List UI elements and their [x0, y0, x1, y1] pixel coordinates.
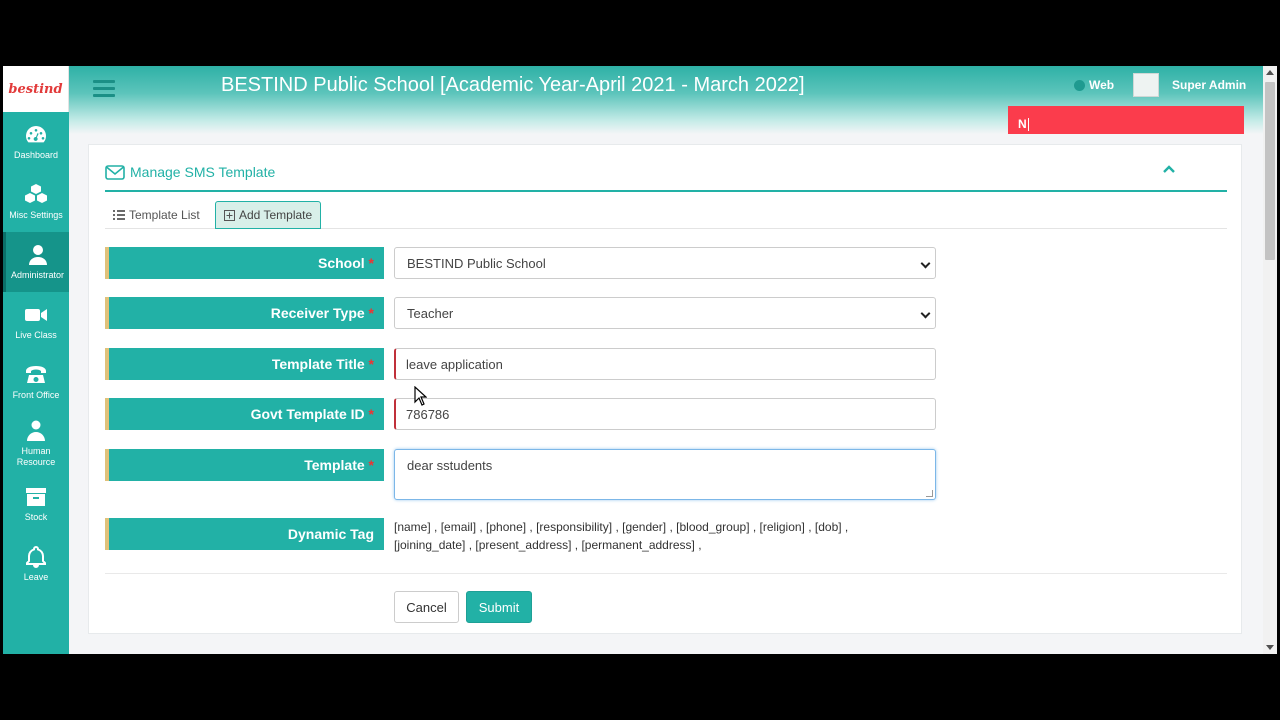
web-link[interactable]: Web — [1074, 78, 1114, 92]
panel-title: Manage SMS Template — [105, 164, 275, 180]
sidebar-item-label: Leave — [23, 572, 49, 582]
receiver-type-select[interactable]: Teacher — [394, 297, 936, 329]
page-title: BESTIND Public School [Academic Year-Apr… — [221, 74, 805, 96]
sidebar: bestind Dashboard Misc Settings Administ… — [3, 66, 69, 654]
govt-template-id-label: Govt Template ID * — [105, 398, 384, 430]
user-md-icon — [27, 420, 45, 441]
user-name[interactable]: Super Admin — [1172, 78, 1246, 92]
avatar[interactable] — [1133, 73, 1159, 97]
app-window: bestind Dashboard Misc Settings Administ… — [3, 66, 1277, 654]
phone-icon — [26, 366, 46, 383]
tab-add-template[interactable]: Add Template — [215, 201, 322, 229]
vertical-scrollbar[interactable] — [1263, 66, 1277, 654]
sidebar-item-misc-settings[interactable]: Misc Settings — [3, 172, 69, 232]
template-label: Template * — [105, 449, 384, 481]
tab-template-list[interactable]: Template List — [105, 201, 208, 229]
chevron-up-icon[interactable] — [1163, 165, 1175, 174]
gauge-icon — [26, 126, 46, 143]
template-title-input[interactable]: leave application — [394, 348, 936, 380]
sidebar-item-label: Misc Settings — [9, 210, 63, 220]
tab-bar: Template List Add Template — [105, 201, 1227, 229]
video-icon — [25, 309, 47, 321]
brand-logo[interactable]: bestind — [3, 66, 69, 112]
resize-handle-icon[interactable] — [926, 490, 933, 497]
scroll-up-icon[interactable] — [1266, 70, 1274, 75]
sidebar-item-leave[interactable]: Leave — [3, 534, 69, 594]
template-text: dear sstudents — [407, 458, 493, 473]
notification-banner: N — [1008, 106, 1244, 134]
school-select[interactable]: BESTIND Public School — [394, 247, 936, 279]
template-title-label: Template Title * — [105, 348, 384, 380]
sidebar-item-live-class[interactable]: Live Class — [3, 292, 69, 352]
template-textarea[interactable]: dear sstudents — [394, 449, 936, 500]
sidebar-item-stock[interactable]: Stock — [3, 474, 69, 534]
cubes-icon — [25, 184, 47, 203]
school-label: School * — [105, 247, 384, 279]
sidebar-item-label: Human Resource — [16, 445, 56, 467]
list-icon — [113, 210, 125, 220]
sidebar-item-label: Dashboard — [13, 150, 59, 160]
dynamic-tag-list: [name] , [email] , [phone] , [responsibi… — [394, 518, 914, 554]
plus-square-icon — [224, 209, 235, 221]
sidebar-item-label: Stock — [24, 512, 48, 522]
sidebar-item-label: Administrator — [10, 270, 64, 280]
sidebar-item-label: Front Office — [12, 390, 60, 400]
top-header: BESTIND Public School [Academic Year-Apr… — [69, 66, 1277, 134]
cancel-button[interactable]: Cancel — [394, 591, 459, 623]
panel-header: Manage SMS Template — [105, 159, 1227, 192]
scroll-thumb[interactable] — [1265, 82, 1275, 260]
bell-icon — [26, 545, 46, 568]
globe-icon — [1074, 79, 1085, 91]
sidebar-item-administrator[interactable]: Administrator — [3, 232, 69, 292]
sidebar-item-human-resource[interactable]: Human Resource — [3, 412, 69, 474]
dynamic-tag-line: [joining_date] , [present_address] , [pe… — [394, 538, 702, 552]
dynamic-tag-line: [name] , [email] , [phone] , [responsibi… — [394, 520, 849, 534]
archive-icon — [26, 488, 46, 506]
dynamic-tag-label: Dynamic Tag — [105, 518, 384, 550]
form-divider — [105, 573, 1227, 574]
receiver-type-label: Receiver Type * — [105, 297, 384, 329]
scroll-down-icon[interactable] — [1266, 645, 1274, 650]
sidebar-item-label: Live Class — [15, 330, 57, 340]
sms-template-panel: Manage SMS Template Template List Add Te… — [88, 144, 1242, 634]
mouse-cursor-icon — [414, 386, 427, 406]
govt-template-id-input[interactable]: 786786 — [394, 398, 936, 430]
sidebar-item-front-office[interactable]: Front Office — [3, 352, 69, 412]
user-icon — [28, 245, 47, 265]
web-label: Web — [1089, 78, 1115, 92]
menu-toggle-icon[interactable] — [93, 80, 115, 101]
envelope-icon — [105, 164, 125, 180]
submit-button[interactable]: Submit — [466, 591, 532, 623]
sidebar-item-dashboard[interactable]: Dashboard — [3, 112, 69, 172]
